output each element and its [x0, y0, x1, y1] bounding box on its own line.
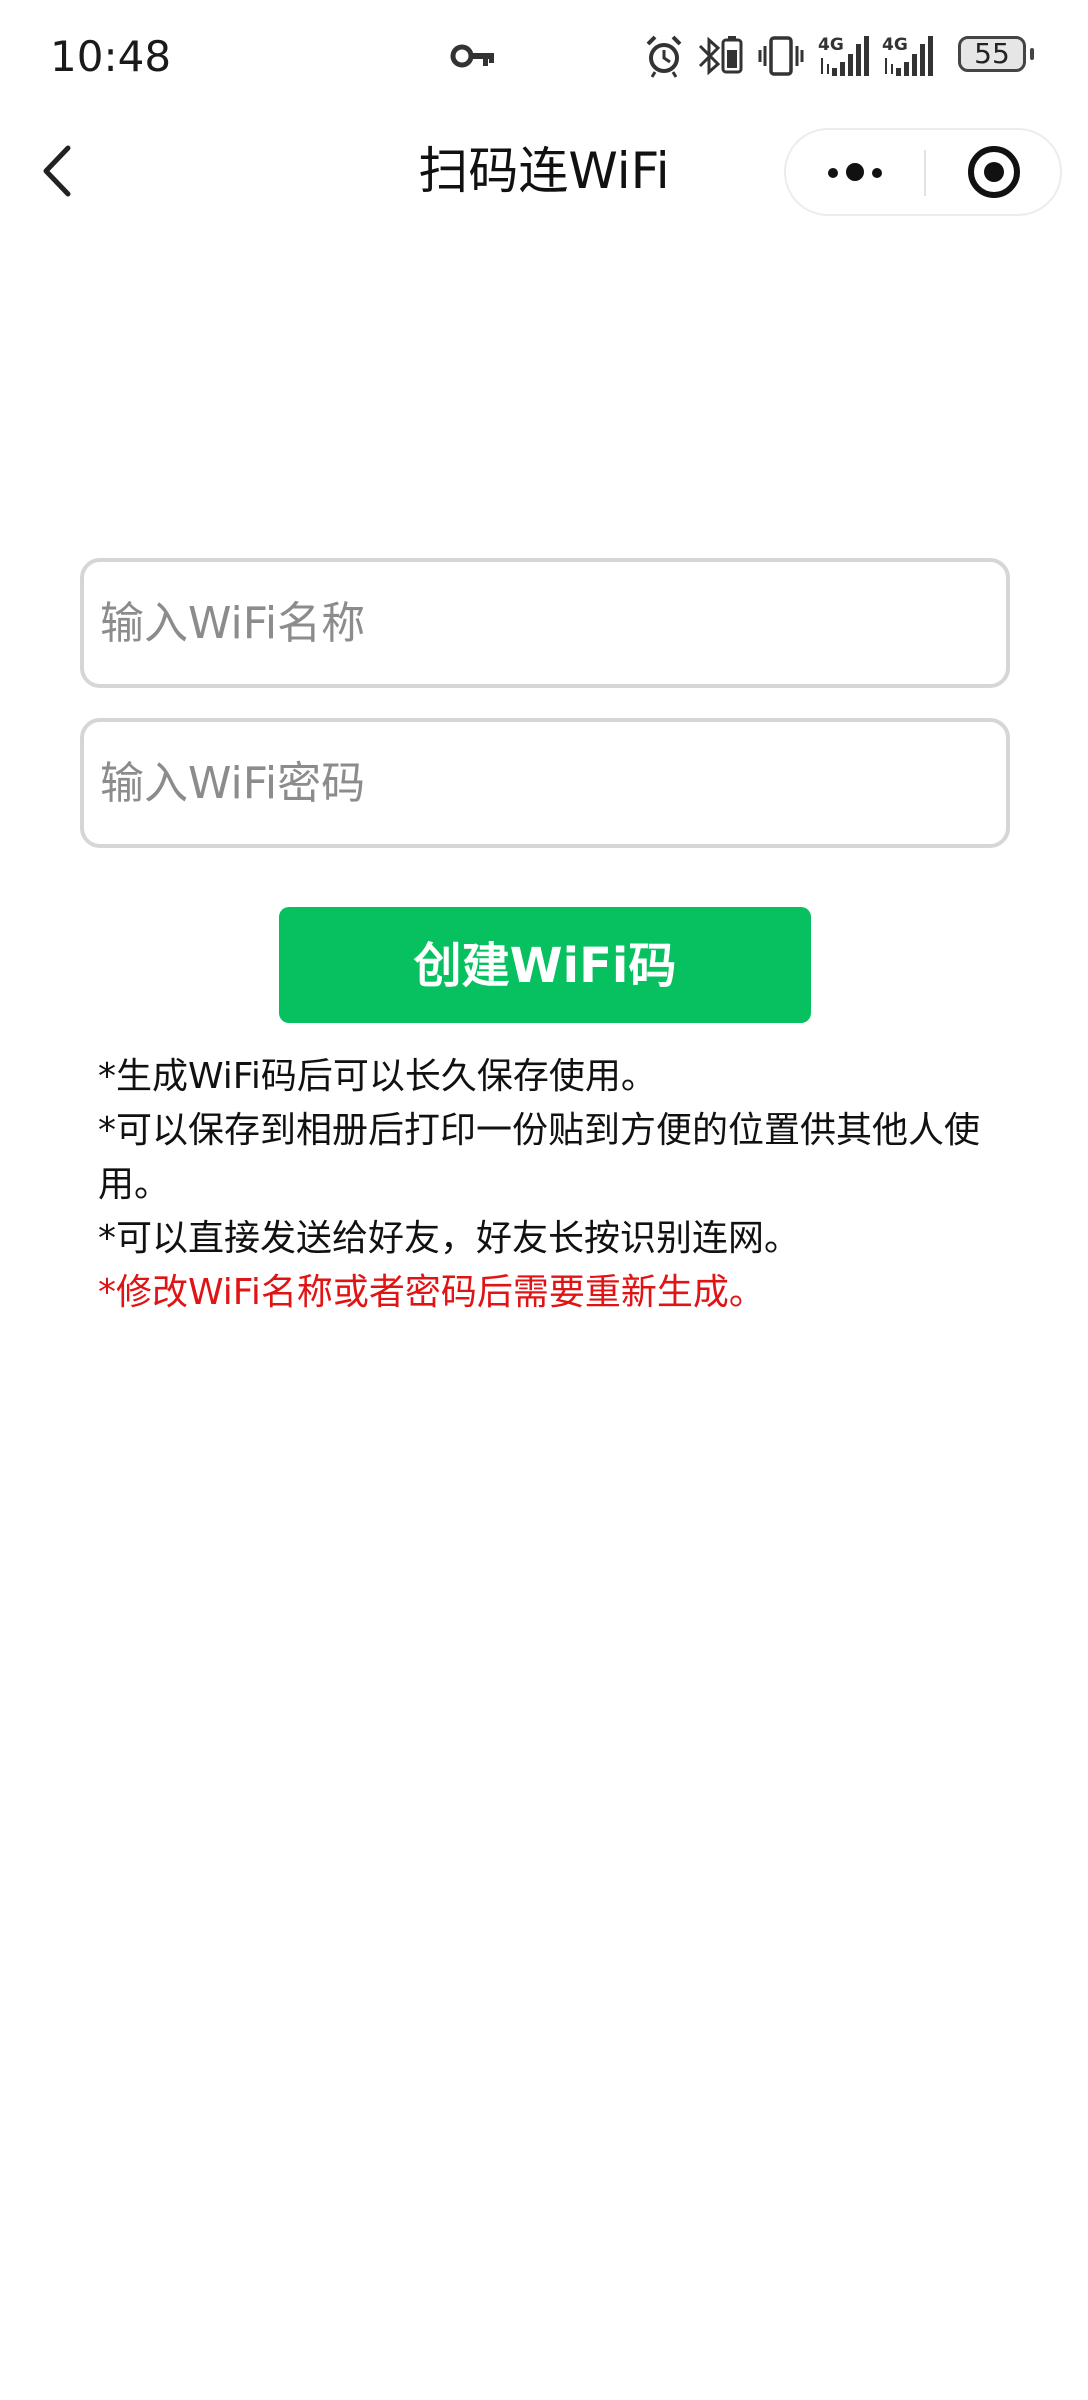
bluetooth-icon — [698, 36, 743, 76]
note-print: *可以保存到相册后打印一份贴到方便的位置供其他人使用。 — [98, 1110, 981, 1205]
page-title: 扫码连WiFi — [418, 142, 670, 200]
vpn-key-icon — [450, 44, 494, 68]
password-field — [80, 718, 1010, 848]
ssid-input[interactable] — [100, 562, 980, 684]
status-time: 10:48 — [50, 32, 172, 81]
target-circle-icon — [968, 146, 1020, 198]
miniprogram-capsule — [784, 128, 1062, 216]
back-button[interactable] — [30, 138, 90, 204]
battery-tip — [1030, 48, 1034, 60]
note-save: *生成WiFi码后可以长久保存使用。 — [98, 1056, 657, 1097]
close-button[interactable] — [926, 130, 1062, 214]
create-wifi-code-button[interactable]: 创建WiFi码 — [279, 907, 811, 1023]
note-share: *可以直接发送给好友，好友长按识别连网。 — [98, 1218, 801, 1259]
status-bar: 10:48 4G 4G 55 — [0, 0, 1088, 112]
note-warning: *修改WiFi名称或者密码后需要重新生成。 — [98, 1272, 765, 1313]
network-type-1: 4G — [818, 35, 844, 55]
vibrate-icon — [758, 36, 804, 76]
nav-bar: 扫码连WiFi — [0, 112, 1088, 232]
network-type-2: 4G — [882, 35, 908, 55]
more-button[interactable] — [786, 130, 924, 214]
ssid-field — [80, 558, 1010, 688]
battery-icon: 55 — [958, 36, 1026, 72]
chevron-left-icon — [43, 145, 71, 197]
notes: *生成WiFi码后可以长久保存使用。 *可以保存到相册后打印一份贴到方便的位置供… — [98, 1050, 998, 1320]
password-input[interactable] — [100, 722, 980, 844]
alarm-icon — [646, 35, 682, 78]
